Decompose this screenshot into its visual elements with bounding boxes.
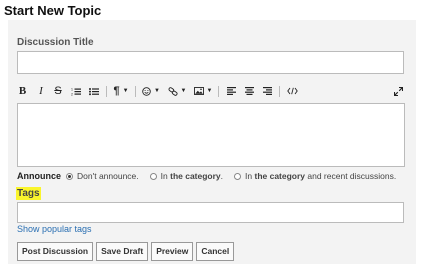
announce-options: Announce Don't announce. In the category… <box>17 171 407 181</box>
radio-dont-announce[interactable] <box>66 172 73 180</box>
toolbar-separator <box>279 85 280 97</box>
align-left-icon <box>226 87 236 95</box>
chevron-down-icon: ▼ <box>154 88 160 94</box>
preview-button[interactable]: Preview <box>151 242 194 261</box>
bold-icon: B <box>18 85 27 97</box>
body-editor[interactable] <box>17 103 405 167</box>
source-code-button[interactable] <box>285 83 299 99</box>
code-icon <box>286 87 298 95</box>
tags-input[interactable] <box>17 202 404 223</box>
page-title: Start New Topic <box>4 3 102 18</box>
discussion-title-label: Discussion Title <box>17 37 94 48</box>
toolbar-separator <box>135 85 136 97</box>
announce-option-text: Don't announce. <box>77 171 139 181</box>
cancel-button[interactable]: Cancel <box>196 242 235 261</box>
fullscreen-button[interactable] <box>392 83 404 99</box>
expand-icon <box>393 86 403 96</box>
align-right-icon <box>262 87 272 95</box>
align-right-button[interactable] <box>260 83 274 99</box>
toolbar-separator <box>106 85 107 97</box>
strikethrough-button[interactable]: S <box>51 83 65 99</box>
strikethrough-icon: S <box>54 85 62 97</box>
chevron-down-icon: ▼ <box>206 88 213 94</box>
image-dropdown[interactable]: ▼ <box>193 83 213 99</box>
announce-option-dont[interactable]: Don't announce. <box>66 171 139 181</box>
show-popular-tags-link[interactable]: Show popular tags <box>17 224 92 234</box>
editor-toolbar: B I S 12 ¶ ▼ ▼ ▼ ▼ <box>17 82 404 100</box>
radio-announce-category[interactable] <box>149 172 157 180</box>
form-actions: Post Discussion Save Draft Preview Cance… <box>17 242 235 261</box>
italic-icon: I <box>39 85 43 97</box>
announce-option-text: In the category. <box>160 171 224 181</box>
image-icon <box>193 87 204 95</box>
ordered-list-button[interactable]: 12 <box>69 83 83 99</box>
tags-label: Tags <box>16 187 41 200</box>
post-discussion-button[interactable]: Post Discussion <box>17 242 94 261</box>
svg-text:1: 1 <box>71 87 73 91</box>
chevron-down-icon: ▼ <box>122 88 129 94</box>
bold-button[interactable]: B <box>17 83 28 99</box>
svg-text:2: 2 <box>71 92 73 96</box>
align-left-button[interactable] <box>224 83 238 99</box>
link-icon <box>168 86 178 96</box>
radio-announce-category-recent[interactable] <box>234 172 242 180</box>
paragraph-format-dropdown[interactable]: ¶ ▼ <box>112 83 130 99</box>
ordered-list-icon: 12 <box>71 87 81 96</box>
toolbar-separator <box>218 85 219 97</box>
link-dropdown[interactable]: ▼ <box>167 83 187 99</box>
align-center-button[interactable] <box>242 83 256 99</box>
emoji-dropdown[interactable]: ▼ <box>141 83 161 99</box>
announce-option-text: In the category and recent discussions. <box>245 171 397 181</box>
announce-label: Announce <box>17 171 61 181</box>
chevron-down-icon: ▼ <box>180 88 187 94</box>
save-draft-button[interactable]: Save Draft <box>96 242 149 261</box>
smiley-icon <box>142 86 151 96</box>
discussion-title-input[interactable] <box>17 51 404 74</box>
align-center-icon <box>244 87 254 95</box>
italic-button[interactable]: I <box>34 83 48 99</box>
announce-option-category[interactable]: In the category. <box>149 171 224 181</box>
announce-option-category-recent[interactable]: In the category and recent discussions. <box>234 171 396 181</box>
paragraph-icon: ¶ <box>113 85 120 97</box>
bulleted-list-button[interactable] <box>87 83 101 99</box>
bulleted-list-icon <box>89 87 99 95</box>
